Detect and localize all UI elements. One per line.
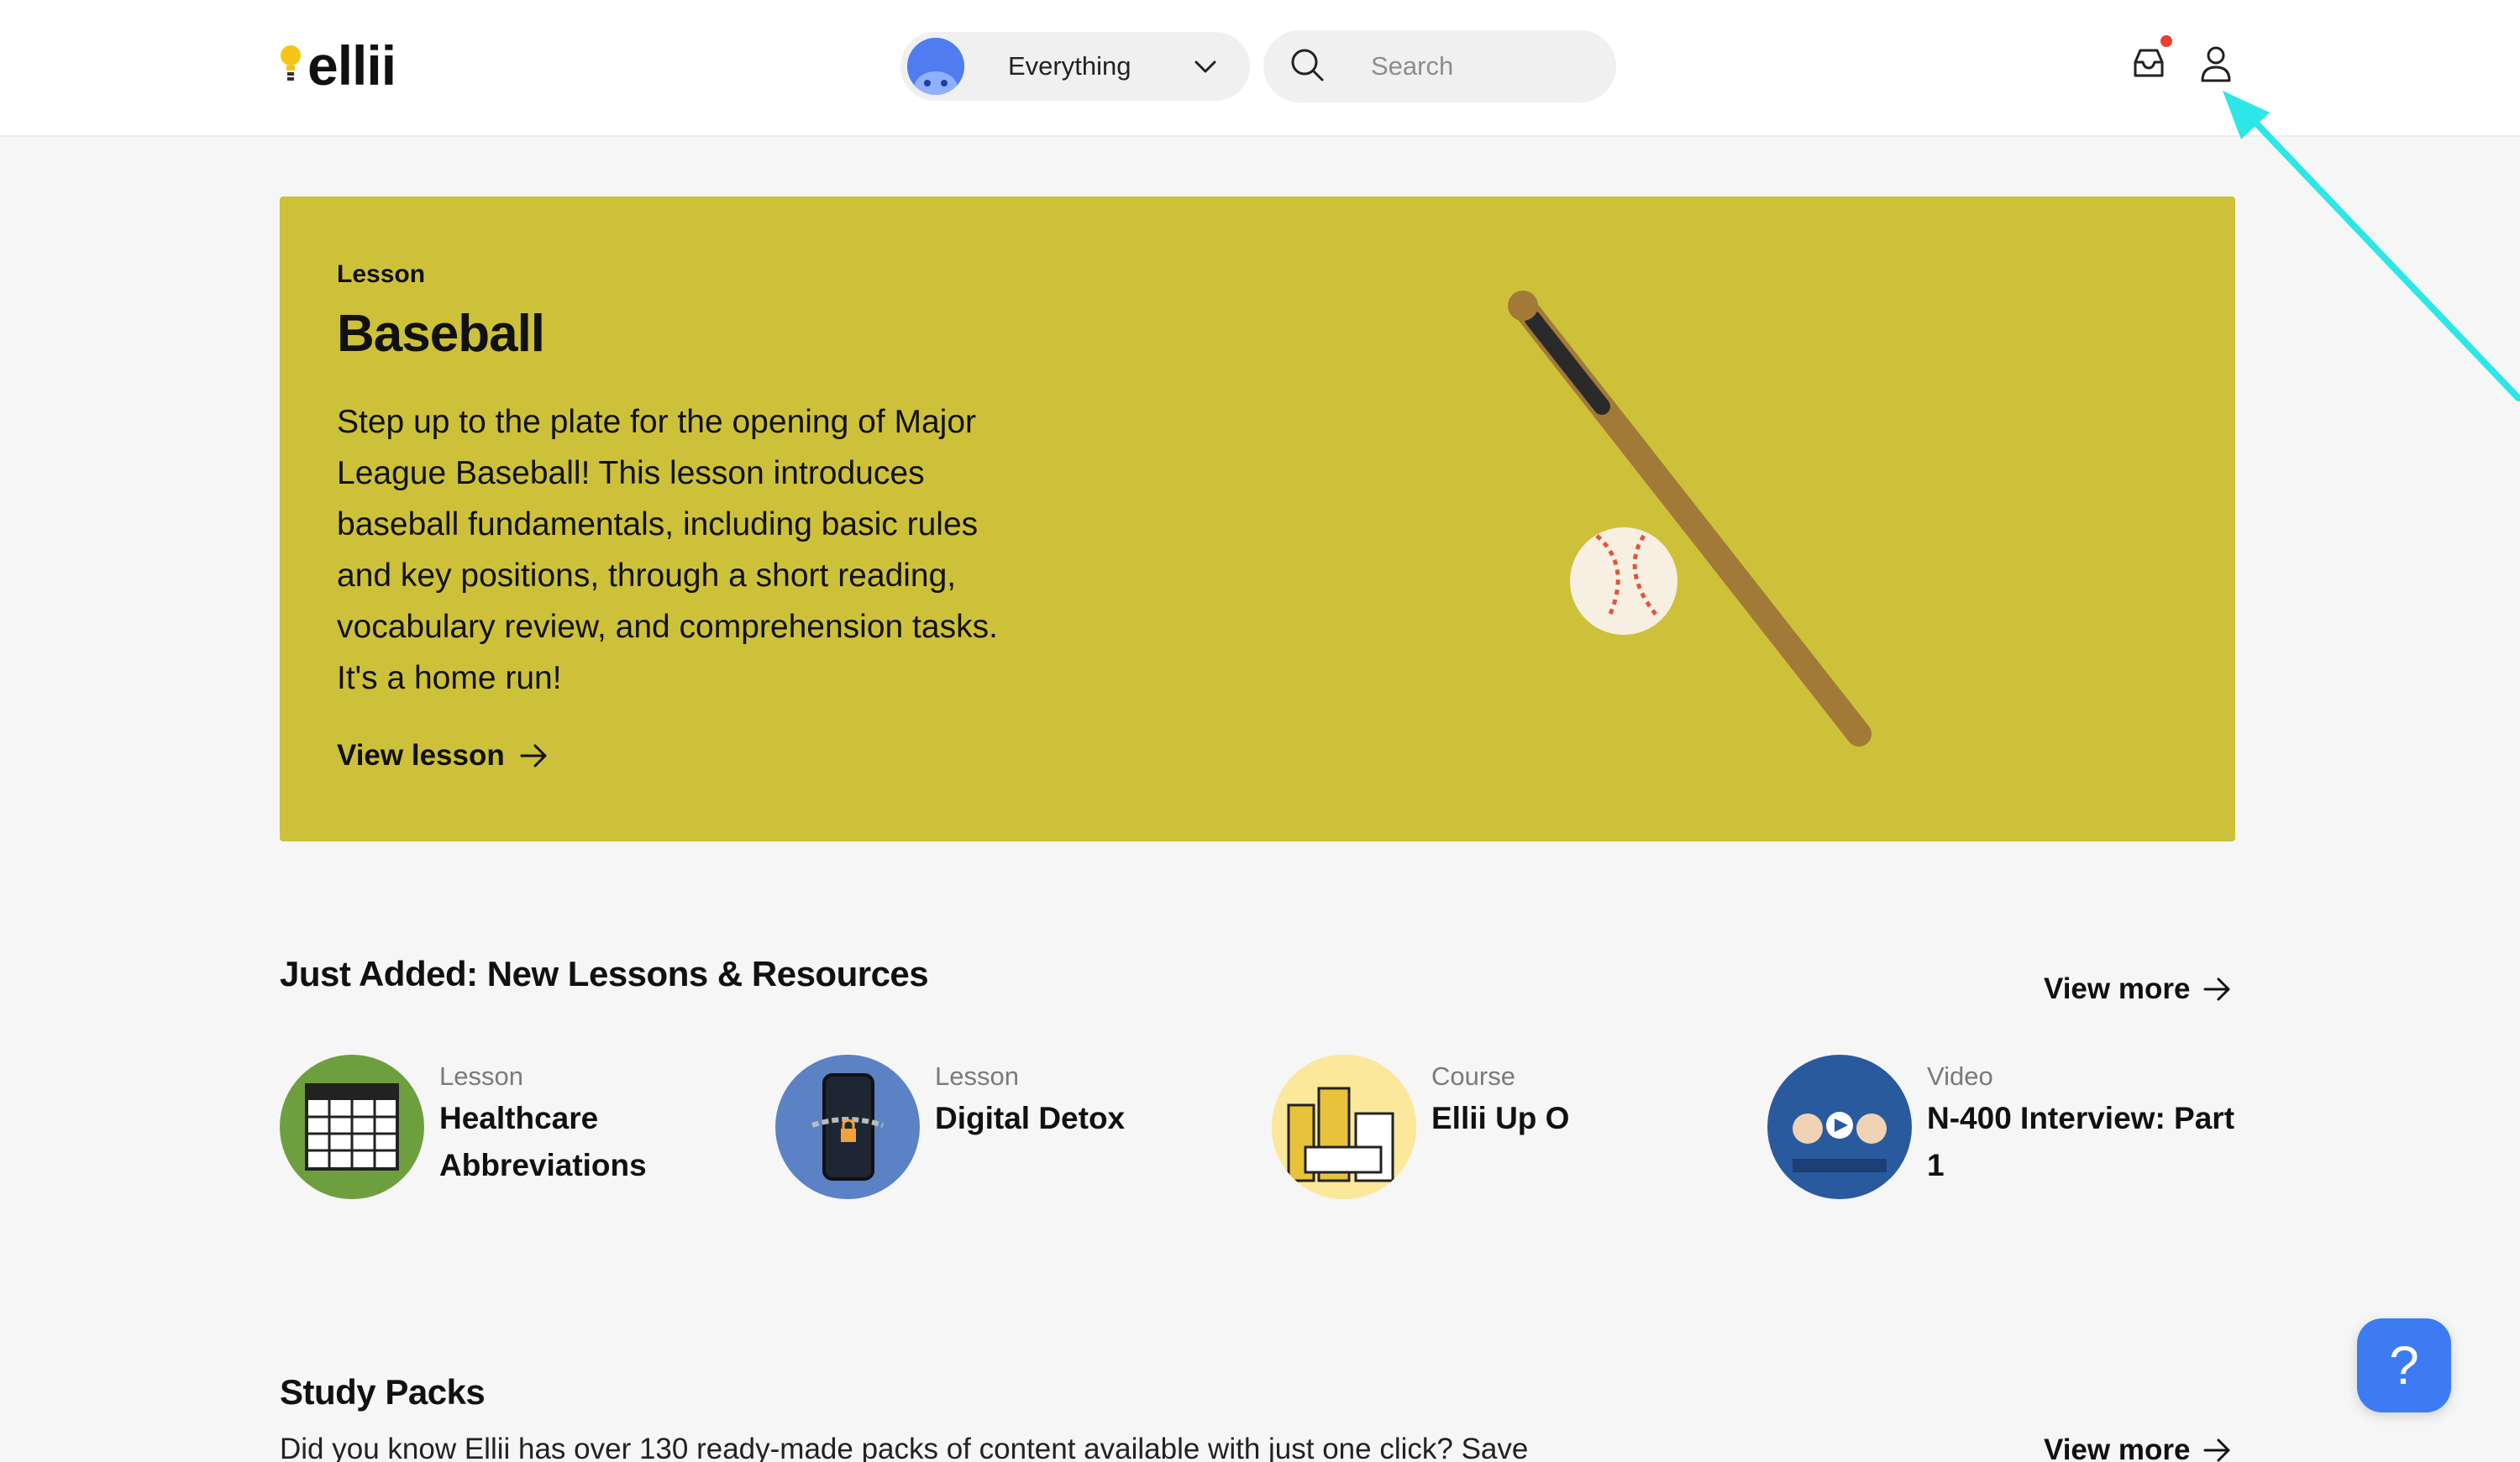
resource-card-ellii-up-o[interactable]: Course Ellii Up O — [1272, 1055, 1742, 1206]
search-input[interactable] — [1371, 51, 1589, 81]
baseball-bat-illustration — [1508, 291, 1872, 747]
scope-avatar-icon — [907, 38, 964, 95]
card-type: Video — [1927, 1061, 1993, 1091]
phone-lock-thumbnail-icon — [775, 1055, 920, 1199]
card-type: Lesson — [935, 1061, 1019, 1091]
view-lesson-label: View lesson — [337, 739, 505, 772]
card-type: Lesson — [439, 1061, 523, 1091]
search-icon — [1289, 46, 1326, 87]
view-more-label: View more — [2044, 1433, 2191, 1462]
city-thumbnail-icon — [1272, 1055, 1416, 1199]
arrow-right-icon — [520, 744, 547, 768]
notification-dot — [2160, 35, 2172, 47]
card-type: Course — [1431, 1061, 1515, 1091]
card-title: Healthcare Abbreviations — [439, 1101, 647, 1182]
study-packs-view-more[interactable]: View more — [2044, 1433, 2232, 1462]
card-title: N-400 Interview: Part 1 — [1927, 1101, 2235, 1182]
hero-content-type: Lesson — [337, 260, 426, 288]
resource-card-healthcare-abbreviations[interactable]: Lesson Healthcare Abbreviations — [280, 1055, 750, 1206]
resource-card-digital-detox[interactable]: Lesson Digital Detox — [775, 1055, 1246, 1206]
chevron-down-icon — [1193, 54, 1218, 83]
hero-title: Baseball — [337, 305, 545, 363]
just-added-title: Just Added: New Lessons & Resources — [280, 954, 929, 993]
view-lesson-link[interactable]: View lesson — [337, 739, 549, 773]
study-packs-description: Did you know Ellii has over 130 ready-ma… — [280, 1433, 1529, 1462]
card-title: Ellii Up O — [1431, 1101, 1570, 1135]
help-button[interactable]: ? — [2357, 1318, 2451, 1412]
ellii-logo[interactable]: ellii — [279, 34, 396, 97]
lightbulb-icon — [279, 42, 302, 89]
user-account-icon[interactable] — [2199, 44, 2233, 84]
arrow-right-icon — [2203, 1438, 2230, 1462]
view-more-label: View more — [2044, 972, 2191, 1005]
search-bar[interactable] — [1263, 30, 1616, 102]
logo-text: ellii — [307, 34, 396, 97]
content-scope-dropdown[interactable]: Everything — [900, 32, 1250, 101]
scope-label: Everything — [1008, 51, 1131, 81]
arrow-right-icon — [2203, 977, 2230, 1001]
study-packs-title: Study Packs — [280, 1372, 486, 1412]
video-thumbnail-icon — [1767, 1055, 1912, 1199]
card-title: Digital Detox — [935, 1101, 1126, 1135]
resource-card-n400-interview[interactable]: Video N-400 Interview: Part 1 — [1767, 1055, 2238, 1206]
top-navigation-bar: ellii Everything — [0, 0, 2520, 137]
calendar-thumbnail-icon — [280, 1055, 424, 1199]
inbox-icon[interactable] — [2130, 45, 2167, 82]
just-added-view-more[interactable]: View more — [2044, 972, 2232, 1006]
featured-lesson-banner[interactable]: Lesson Baseball Step up to the plate for… — [280, 197, 2235, 841]
hero-description: Step up to the plate for the opening of … — [337, 404, 998, 696]
